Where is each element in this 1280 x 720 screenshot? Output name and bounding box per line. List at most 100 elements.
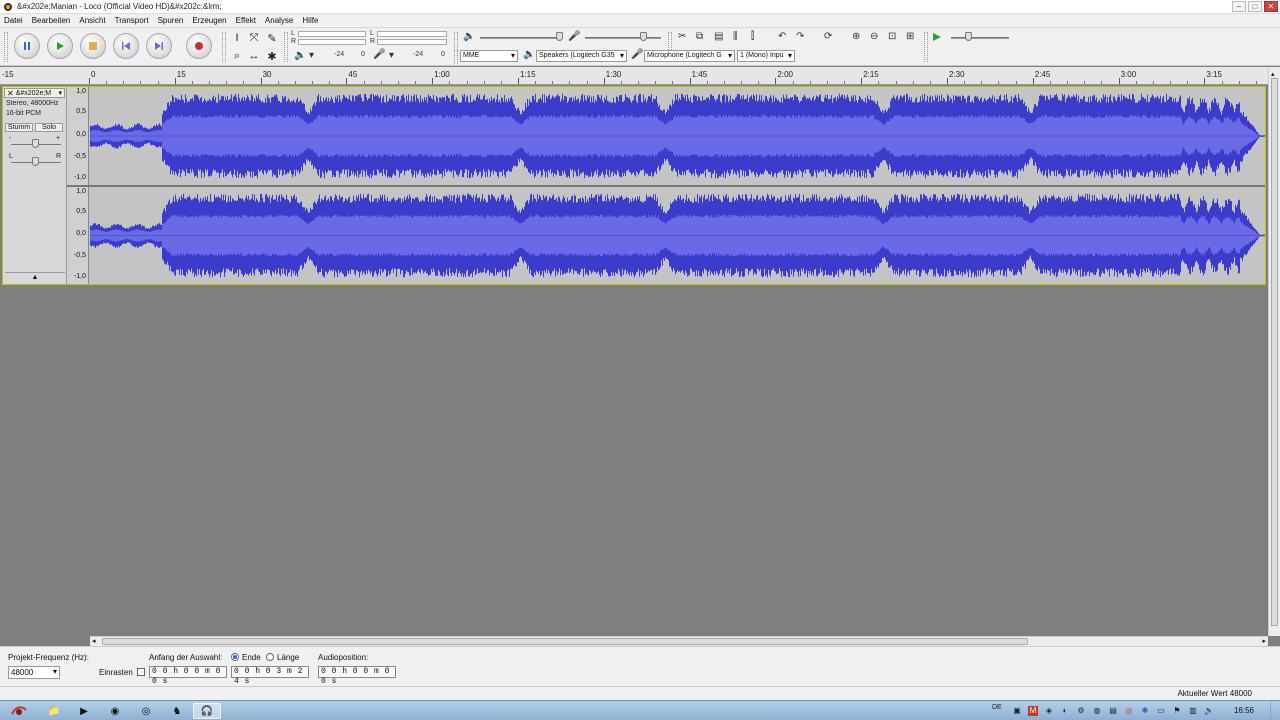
audacity-taskbar-icon[interactable]: 🎧 xyxy=(193,703,221,719)
audio-position-time[interactable]: 0 0 h 0 0 m 0 0 s xyxy=(318,666,396,686)
play-speed-thumb[interactable] xyxy=(965,32,972,41)
maximize-button[interactable]: □ xyxy=(1248,1,1262,12)
undo-icon[interactable]: ↶ xyxy=(778,31,786,42)
chevron-down-icon[interactable]: ▾ xyxy=(309,50,314,61)
draw-tool-icon[interactable]: ✎ xyxy=(264,30,280,46)
playback-volume-thumb[interactable] xyxy=(556,32,563,41)
input-channels-select[interactable]: 1 (Mono) Inpu xyxy=(737,50,795,62)
menu-help[interactable]: Hilfe xyxy=(302,16,318,25)
tray-icon[interactable]: ▭ xyxy=(1156,706,1166,716)
envelope-tool-icon[interactable]: ⤧ xyxy=(246,30,262,46)
toolbar-grip[interactable] xyxy=(454,50,458,64)
snap-to-checkbox[interactable] xyxy=(137,668,145,676)
redo-icon[interactable]: ↷ xyxy=(796,31,804,42)
stop-button[interactable] xyxy=(80,33,106,59)
tray-icon[interactable]: ◎ xyxy=(1124,706,1134,716)
start-button[interactable] xyxy=(4,703,34,719)
toolbar-grip[interactable] xyxy=(284,32,288,62)
explorer-icon[interactable]: 📁 xyxy=(40,703,68,719)
audio-track[interactable]: ✕ &#x202e;M ▾ Stereo, 48000Hz 16-bit PCM… xyxy=(2,86,1266,285)
paste-icon[interactable]: ▤ xyxy=(714,31,723,42)
firefox-icon[interactable]: ◉ xyxy=(101,703,129,719)
fit-project-icon[interactable]: ⊞ xyxy=(906,31,914,42)
taskbar-clock[interactable]: 16:56 xyxy=(1234,706,1254,715)
audio-host-select[interactable]: MME xyxy=(460,50,518,62)
network-icon[interactable]: ▥ xyxy=(1188,706,1198,716)
language-indicator[interactable]: DE xyxy=(992,704,1002,711)
pause-button[interactable] xyxy=(14,33,40,59)
chevron-down-icon[interactable]: ▾ xyxy=(389,50,394,61)
tray-icon[interactable]: ⚙ xyxy=(1076,706,1086,716)
tray-icon[interactable]: M xyxy=(1028,706,1038,716)
menu-generate[interactable]: Erzeugen xyxy=(192,16,226,25)
skip-end-button[interactable] xyxy=(146,33,172,59)
minimize-button[interactable]: – xyxy=(1232,1,1246,12)
tray-icon[interactable]: ◐ xyxy=(1060,706,1070,716)
play-speed-slider[interactable] xyxy=(951,37,1009,39)
copy-icon[interactable]: ⧉ xyxy=(696,31,703,42)
timeline-ruler[interactable]: -15 0 15 30 45 1:00 1:15 1:30 1:45 2:00 2:15 2:30 2… xyxy=(0,67,1280,85)
speaker-icon[interactable]: 🔈 xyxy=(294,50,306,61)
record-button[interactable] xyxy=(186,33,212,59)
menu-transport[interactable]: Transport xyxy=(115,16,149,25)
zoom-in-icon[interactable]: ⊕ xyxy=(852,31,860,42)
tray-icon[interactable]: ▣ xyxy=(1012,706,1022,716)
toolbar-grip[interactable] xyxy=(924,32,928,62)
skip-start-button[interactable] xyxy=(113,33,139,59)
menu-tracks[interactable]: Spuren xyxy=(158,16,184,25)
play-at-speed-icon[interactable] xyxy=(932,32,942,42)
pan-slider-thumb[interactable] xyxy=(32,157,39,166)
scroll-thumb[interactable] xyxy=(1271,78,1278,626)
menu-file[interactable]: Datei xyxy=(4,16,23,25)
play-button[interactable] xyxy=(47,33,73,59)
close-button[interactable]: ✕ xyxy=(1264,1,1278,12)
length-radio[interactable] xyxy=(266,653,274,661)
microphone-icon[interactable]: 🎤 xyxy=(373,49,385,60)
track-name-menu[interactable]: ✕ &#x202e;M ▾ xyxy=(4,88,65,98)
zoom-out-icon[interactable]: ⊖ xyxy=(870,31,878,42)
zoom-tool-icon[interactable]: ⌕ xyxy=(229,48,245,64)
mute-button[interactable]: Stumm xyxy=(5,123,33,132)
tray-icon[interactable]: ◍ xyxy=(1092,706,1102,716)
chevron-down-icon[interactable]: ▾ xyxy=(58,89,62,97)
toolbar-grip[interactable] xyxy=(4,32,8,62)
waveform-channel-left[interactable] xyxy=(90,87,1265,185)
sync-lock-icon[interactable]: ⟳ xyxy=(824,31,832,42)
scroll-thumb[interactable] xyxy=(102,638,1028,645)
horizontal-scrollbar[interactable]: ◂ ▸ xyxy=(90,636,1268,646)
selection-start-time[interactable]: 0 0 h 0 0 m 0 0 s xyxy=(149,666,227,686)
tray-icon[interactable]: ▤ xyxy=(1108,706,1118,716)
media-player-icon[interactable]: ▶ xyxy=(70,703,98,719)
scroll-up-icon[interactable]: ▴ xyxy=(1271,70,1275,78)
record-volume-slider[interactable] xyxy=(585,37,661,39)
gain-slider-thumb[interactable] xyxy=(32,139,39,148)
game-icon[interactable]: ♞ xyxy=(163,703,191,719)
scroll-right-icon[interactable]: ▸ xyxy=(1262,637,1266,645)
flag-icon[interactable]: ⚑ xyxy=(1172,706,1182,716)
menu-view[interactable]: Ansicht xyxy=(79,16,105,25)
bluetooth-icon[interactable]: ✱ xyxy=(1140,706,1150,716)
output-device-select[interactable]: Speakers (Logitech G35 xyxy=(536,50,627,62)
volume-icon[interactable]: 🔈 xyxy=(1204,706,1214,716)
selection-end-time[interactable]: 0 0 h 0 3 m 2 4 s xyxy=(231,666,309,686)
scroll-left-icon[interactable]: ◂ xyxy=(92,637,96,645)
selection-tool-icon[interactable]: I xyxy=(229,30,245,46)
multi-tool-icon[interactable]: ✱ xyxy=(264,48,280,64)
tray-icon[interactable]: ◈ xyxy=(1044,706,1054,716)
chrome-icon[interactable]: ◎ xyxy=(132,703,160,719)
close-icon[interactable]: ✕ xyxy=(7,89,14,98)
trim-icon[interactable]: ⫼ xyxy=(733,31,738,42)
fit-selection-icon[interactable]: ⊡ xyxy=(888,31,896,42)
playback-volume-slider[interactable] xyxy=(480,37,562,39)
silence-icon[interactable]: ⫿ xyxy=(751,31,754,42)
menu-effect[interactable]: Effekt xyxy=(236,16,256,25)
show-desktop-button[interactable] xyxy=(1270,701,1280,720)
cut-icon[interactable]: ✂ xyxy=(678,31,686,42)
vertical-scrollbar[interactable]: ▴ xyxy=(1268,68,1280,636)
record-volume-thumb[interactable] xyxy=(640,32,647,41)
menu-analyze[interactable]: Analyse xyxy=(265,16,293,25)
collapse-track-button[interactable]: ▲ xyxy=(5,272,65,281)
solo-button[interactable]: Solo xyxy=(35,123,63,132)
end-radio[interactable] xyxy=(231,653,239,661)
menu-edit[interactable]: Bearbeiten xyxy=(32,16,71,25)
